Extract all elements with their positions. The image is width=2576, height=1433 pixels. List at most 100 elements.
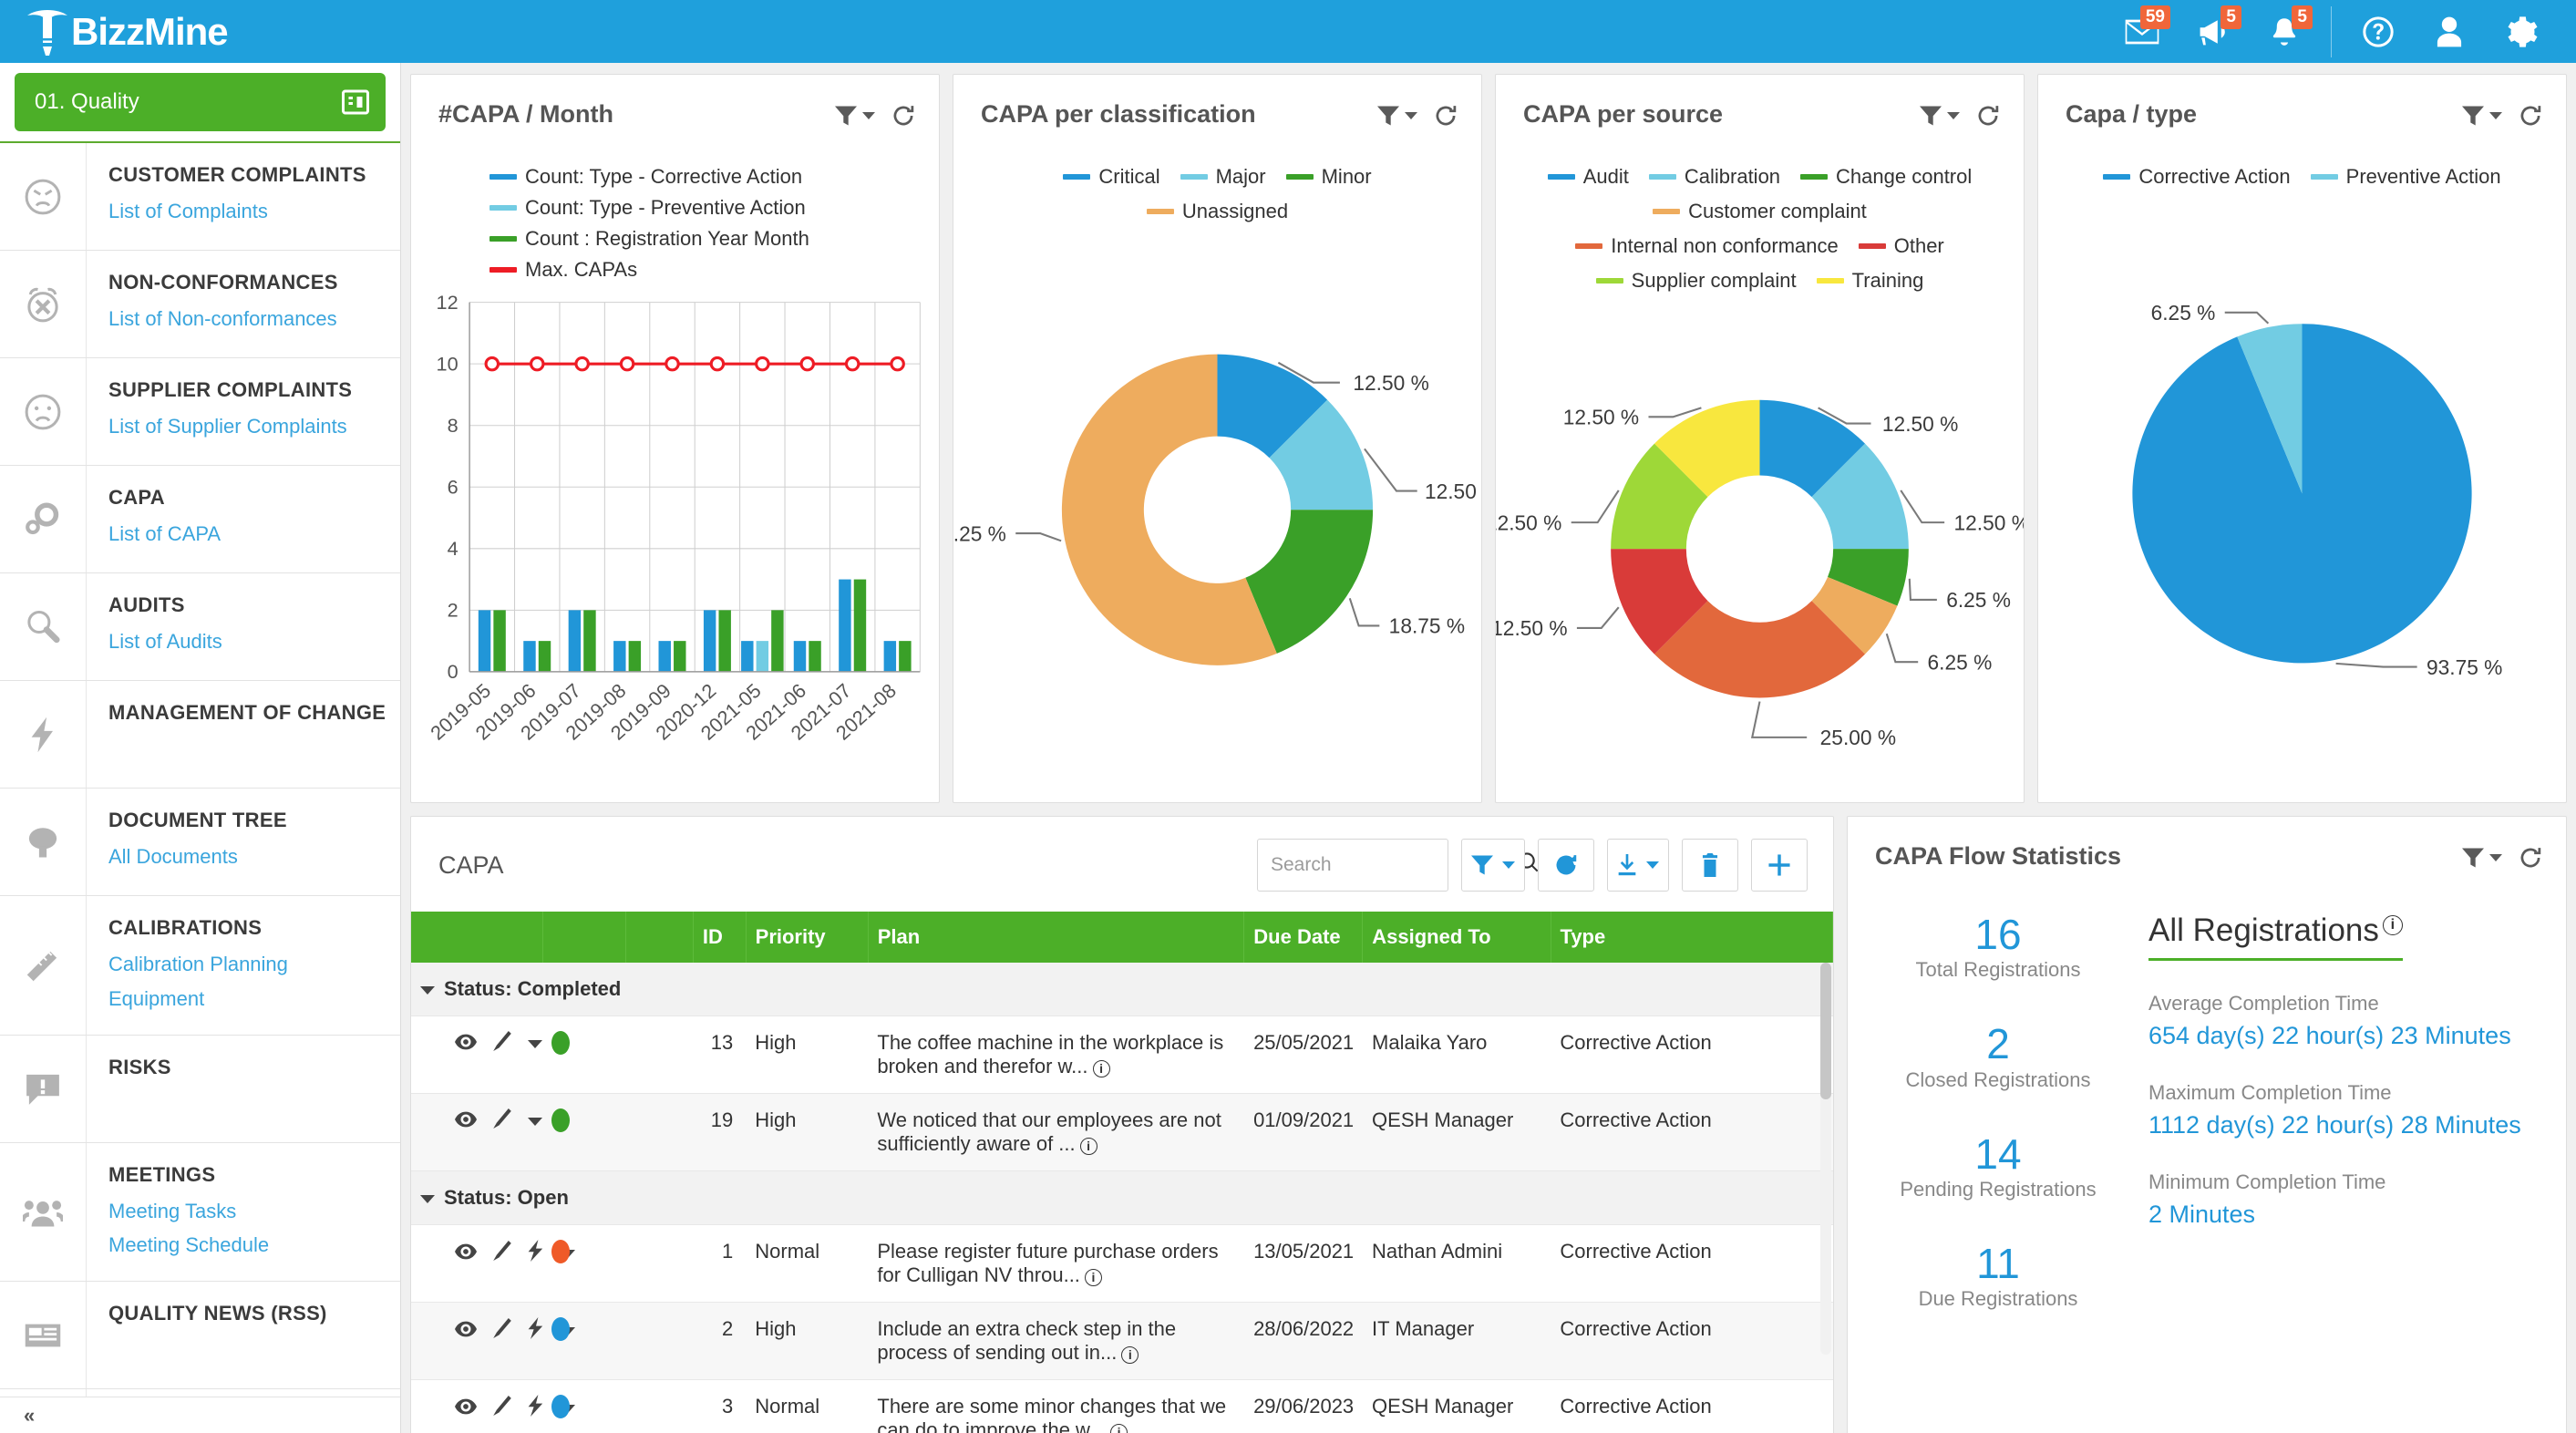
sidebar-link[interactable]: List of CAPA xyxy=(108,517,389,552)
legend-item[interactable]: Change control xyxy=(1800,161,1972,192)
table-row[interactable]: 19 High We noticed that our employees ar… xyxy=(411,1094,1833,1171)
bolt-icon[interactable] xyxy=(528,1240,544,1267)
chevron-down-icon[interactable] xyxy=(2489,112,2502,119)
sidebar-item-supplier-complaints[interactable]: SUPPLIER COMPLAINTSList of Supplier Comp… xyxy=(0,358,400,466)
sidebar-link[interactable]: Meeting Schedule xyxy=(108,1228,389,1263)
chevron-down-icon[interactable] xyxy=(862,112,875,119)
table-row[interactable]: 2 High Include an extra check step in th… xyxy=(411,1303,1833,1380)
table-column-header[interactable] xyxy=(625,912,693,963)
filter-icon[interactable] xyxy=(2462,106,2502,126)
search-box[interactable] xyxy=(1257,839,1448,892)
info-icon[interactable]: i xyxy=(1093,1060,1110,1077)
table-row[interactable]: 13 High The coffee machine in the workpl… xyxy=(411,1016,1833,1094)
info-icon[interactable]: i xyxy=(1080,1138,1097,1155)
chevron-down-icon[interactable] xyxy=(1646,861,1659,869)
filter-icon[interactable] xyxy=(2462,848,2502,868)
table-column-header[interactable]: Assigned To xyxy=(1363,912,1551,963)
table-row[interactable]: 1 Normal Please register future purchase… xyxy=(411,1225,1833,1303)
export-button[interactable] xyxy=(1607,839,1669,892)
sidebar-item-risks[interactable]: RISKS xyxy=(0,1036,400,1143)
legend-item[interactable]: Major xyxy=(1180,161,1266,192)
info-icon[interactable]: i xyxy=(1110,1424,1128,1433)
table-column-header[interactable] xyxy=(411,912,542,963)
pencil-icon[interactable] xyxy=(493,1108,511,1134)
sidebar-link[interactable]: List of Audits xyxy=(108,624,389,659)
legend-item[interactable]: Corrective Action xyxy=(2103,161,2290,192)
table-column-header[interactable]: Priority xyxy=(746,912,868,963)
refresh-button[interactable] xyxy=(1538,839,1594,892)
megaphone-icon[interactable]: 5 xyxy=(2178,0,2249,63)
delete-button[interactable] xyxy=(1682,839,1738,892)
collapse-triangle-icon[interactable] xyxy=(420,986,435,995)
legend-item[interactable]: Other xyxy=(1859,231,1944,262)
legend-item[interactable]: Count : Registration Year Month xyxy=(489,223,809,254)
pencil-icon[interactable] xyxy=(493,1318,511,1344)
legend-item[interactable]: Preventive Action xyxy=(2311,161,2501,192)
sidebar-item-customer-complaints[interactable]: CUSTOMER COMPLAINTSList of Complaints xyxy=(0,143,400,251)
chevron-down-icon[interactable] xyxy=(528,1118,542,1126)
legend-item[interactable]: Max. CAPAs xyxy=(489,254,637,285)
sidebar-link[interactable]: Meeting Tasks xyxy=(108,1194,389,1229)
refresh-icon[interactable] xyxy=(891,104,915,128)
chevron-down-icon[interactable] xyxy=(1947,112,1960,119)
pencil-icon[interactable] xyxy=(493,1031,511,1057)
sidebar-link[interactable]: List of Supplier Complaints xyxy=(108,409,389,444)
collapse-triangle-icon[interactable] xyxy=(420,1195,435,1203)
sidebar-item-document-tree[interactable]: DOCUMENT TREEAll Documents xyxy=(0,789,400,896)
pencil-icon[interactable] xyxy=(493,1396,511,1421)
table-column-header[interactable]: ID xyxy=(693,912,746,963)
legend-item[interactable]: Customer complaint xyxy=(1653,196,1867,227)
legend-item[interactable]: Count: Type - Corrective Action xyxy=(489,161,802,192)
table-scrollbar[interactable] xyxy=(1820,963,1831,1355)
bolt-icon[interactable] xyxy=(528,1317,544,1345)
sidebar-link[interactable]: List of Non-conformances xyxy=(108,302,389,336)
add-button[interactable] xyxy=(1751,839,1808,892)
refresh-icon[interactable] xyxy=(1976,104,2000,128)
info-icon[interactable]: i xyxy=(2383,915,2403,935)
info-icon[interactable]: i xyxy=(1085,1269,1102,1286)
legend-item[interactable]: Supplier complaint xyxy=(1596,265,1797,296)
help-icon[interactable] xyxy=(2343,0,2414,63)
eye-icon[interactable] xyxy=(455,1242,477,1265)
sidebar-item-capa[interactable]: CAPAList of CAPA xyxy=(0,466,400,573)
chevron-down-icon[interactable] xyxy=(2489,854,2502,861)
legend-item[interactable]: Internal non conformance xyxy=(1575,231,1839,262)
filter-icon[interactable] xyxy=(1920,106,1960,126)
legend-item[interactable]: Calibration xyxy=(1649,161,1780,192)
bell-icon[interactable]: 5 xyxy=(2249,0,2320,63)
sidebar-item-need-help-with-bizzmine[interactable]: NEED HELP WITH BIZZMINE? xyxy=(0,1389,400,1397)
refresh-icon[interactable] xyxy=(2519,104,2542,128)
table-column-header[interactable]: Due Date xyxy=(1244,912,1363,963)
refresh-icon[interactable] xyxy=(2519,846,2542,870)
workspace-selector[interactable]: 01. Quality xyxy=(15,73,386,131)
sidebar-link[interactable]: Equipment xyxy=(108,982,389,1016)
filter-icon[interactable] xyxy=(835,106,875,126)
eye-icon[interactable] xyxy=(455,1319,477,1343)
sidebar-collapse-button[interactable]: « xyxy=(0,1397,400,1433)
legend-item[interactable]: Minor xyxy=(1286,161,1372,192)
pencil-icon[interactable] xyxy=(493,1241,511,1266)
table-column-header[interactable]: Plan xyxy=(868,912,1244,963)
sidebar-item-calibrations[interactable]: CALIBRATIONSCalibration PlanningEquipmen… xyxy=(0,896,400,1036)
legend-item[interactable]: Critical xyxy=(1063,161,1159,192)
sidebar-link[interactable]: All Documents xyxy=(108,840,389,874)
legend-item[interactable]: Training xyxy=(1817,265,1924,296)
table-row[interactable]: 3 Normal There are some minor changes th… xyxy=(411,1380,1833,1433)
sidebar-item-quality-news-rss[interactable]: QUALITY NEWS (RSS) xyxy=(0,1282,400,1389)
mail-icon[interactable]: 59 xyxy=(2107,0,2178,63)
filter-button[interactable] xyxy=(1461,839,1525,892)
sidebar-item-management-of-change[interactable]: MANAGEMENT OF CHANGE xyxy=(0,681,400,789)
brand-logo[interactable]: BizzMine xyxy=(24,6,228,57)
table-scrollbar-thumb[interactable] xyxy=(1820,963,1831,1099)
bolt-icon[interactable] xyxy=(528,1395,544,1422)
info-icon[interactable]: i xyxy=(1121,1346,1139,1364)
table-group-row[interactable]: Status: Completed xyxy=(411,963,1833,1016)
settings-gear-icon[interactable] xyxy=(2485,0,2556,63)
sidebar-item-non-conformances[interactable]: NON-CONFORMANCESList of Non-conformances xyxy=(0,251,400,358)
chevron-down-icon[interactable] xyxy=(1502,861,1515,869)
table-column-header[interactable]: Type xyxy=(1551,912,1832,963)
sidebar-link[interactable]: Calibration Planning xyxy=(108,947,389,982)
legend-item[interactable]: Count: Type - Preventive Action xyxy=(489,192,806,223)
filter-icon[interactable] xyxy=(1377,106,1417,126)
table-group-row[interactable]: Status: Open xyxy=(411,1171,1833,1225)
